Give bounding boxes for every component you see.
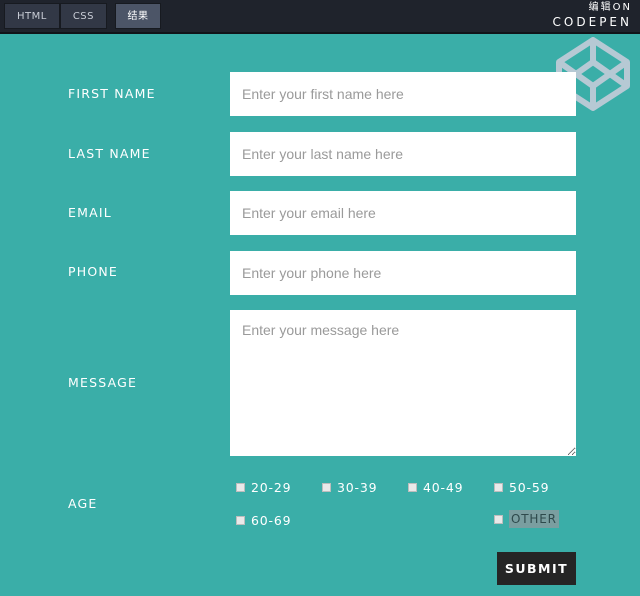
email-label: EMAIL: [68, 205, 112, 220]
age-label: AGE: [68, 496, 98, 511]
age-checkbox[interactable]: [322, 483, 331, 492]
tab-result[interactable]: 结果: [115, 3, 162, 29]
age-option-label: 60-69: [251, 513, 292, 528]
age-option-40-49[interactable]: 40-49: [408, 480, 463, 495]
message-label: MESSAGE: [68, 375, 138, 390]
age-option-20-29[interactable]: 20-29: [236, 480, 291, 495]
age-option-label: 20-29: [251, 480, 292, 495]
message-textarea[interactable]: [230, 310, 576, 456]
age-option-other[interactable]: OTHER: [494, 510, 559, 528]
age-option-label: 40-49: [423, 480, 464, 495]
first-name-input[interactable]: [230, 72, 576, 116]
age-option-label: 30-39: [337, 480, 378, 495]
age-option-label: OTHER: [509, 510, 559, 528]
age-checkbox[interactable]: [236, 483, 245, 492]
edit-on-codepen-link[interactable]: 编辑ON CODEPEN: [553, 2, 632, 30]
phone-input[interactable]: [230, 251, 576, 295]
editor-tabs: HTML CSS 结果: [4, 3, 162, 29]
first-name-label: FIRST NAME: [68, 86, 156, 101]
age-option-30-39[interactable]: 30-39: [322, 480, 377, 495]
codepen-wordmark: CODEPEN: [552, 15, 632, 29]
tab-css[interactable]: CSS: [59, 3, 108, 29]
last-name-input[interactable]: [230, 132, 576, 176]
phone-label: PHONE: [68, 264, 119, 279]
age-option-label: 50-59: [509, 480, 550, 495]
edit-on-label: 编辑ON: [588, 2, 632, 13]
tab-html[interactable]: HTML: [4, 3, 60, 29]
submit-button[interactable]: SUBMIT: [497, 552, 576, 585]
age-checkbox[interactable]: [494, 514, 503, 524]
age-checkbox[interactable]: [494, 483, 503, 492]
last-name-label: LAST NAME: [68, 146, 151, 161]
age-checkbox[interactable]: [408, 483, 417, 492]
top-bar: HTML CSS 结果 编辑ON CODEPEN: [0, 0, 640, 34]
age-option-50-59[interactable]: 50-59: [494, 480, 549, 495]
age-checkbox[interactable]: [236, 516, 245, 525]
age-option-60-69[interactable]: 60-69: [236, 513, 291, 528]
email-input[interactable]: [230, 191, 576, 235]
